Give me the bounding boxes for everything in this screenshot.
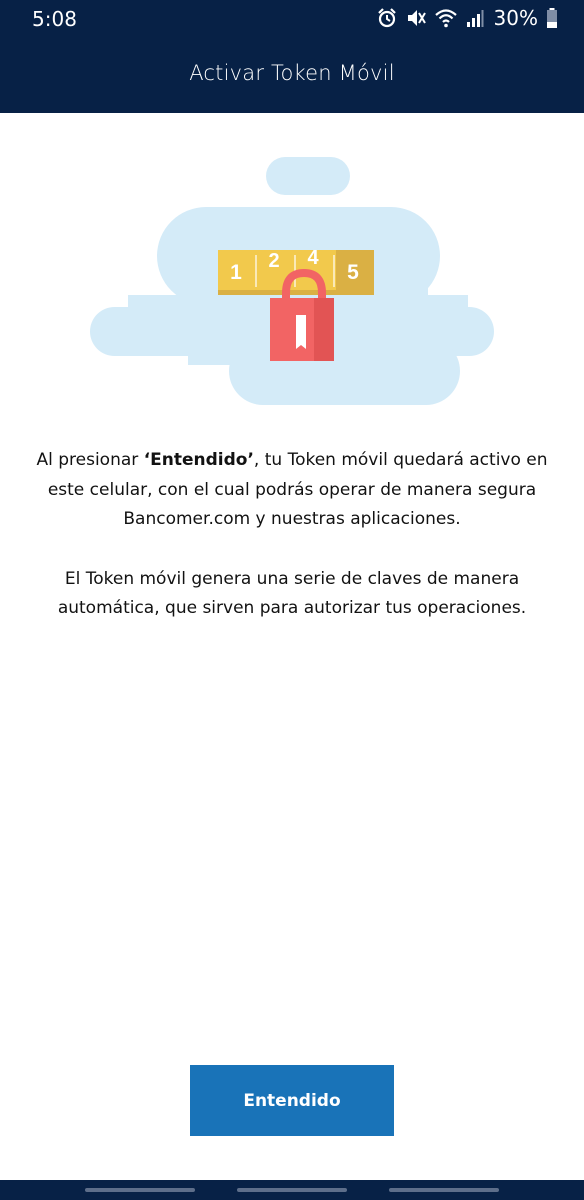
token-illustration: 1 2 4 5 (88, 155, 498, 407)
signal-icon (466, 7, 484, 29)
mute-icon (406, 7, 426, 29)
status-bar: 5:08 30% (0, 0, 584, 36)
paragraph-1-prefix: Al presionar (36, 450, 144, 470)
battery-icon (546, 7, 558, 29)
alarm-icon (376, 7, 398, 29)
strip-digit-3: 4 (307, 247, 319, 269)
page-title: Activar Token Móvil (189, 60, 395, 85)
instructions: Al presionar ‘Entendido’, tu Token móvil… (30, 446, 554, 624)
status-time: 5:08 (32, 7, 77, 31)
instructions-paragraph-2: El Token móvil genera una serie de clave… (57, 568, 527, 619)
app-bar: Activar Token Móvil (0, 36, 584, 113)
strip-digit-2: 2 (268, 250, 279, 272)
strip-digit-1: 1 (230, 261, 242, 284)
nav-recents[interactable] (85, 1188, 195, 1192)
strip-digit-4: 5 (347, 261, 359, 284)
entendido-button[interactable]: Entendido (190, 1065, 394, 1136)
nav-home[interactable] (237, 1188, 347, 1192)
wifi-icon (434, 7, 458, 29)
status-icons: 30% (376, 5, 558, 31)
instructions-paragraph-1: Al presionar ‘Entendido’, tu Token móvil… (30, 446, 554, 535)
system-nav-bar (0, 1180, 584, 1200)
nav-back[interactable] (389, 1188, 499, 1192)
paragraph-1-emphasis: ‘Entendido’ (143, 450, 254, 470)
battery-percent: 30% (493, 6, 538, 30)
